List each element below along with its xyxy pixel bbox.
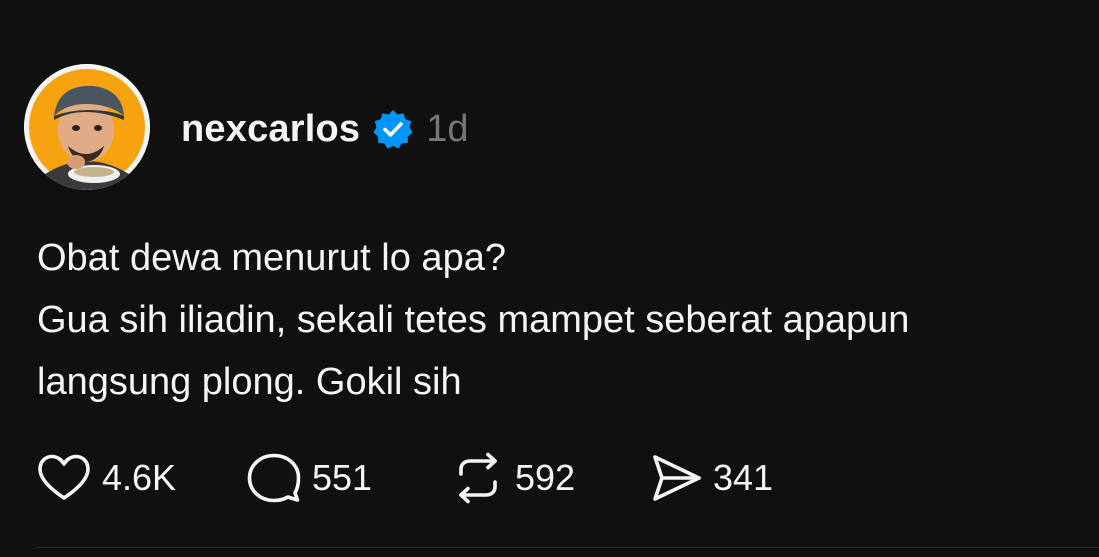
share-count: 341	[713, 457, 774, 498]
like-button[interactable]: 4.6K	[36, 453, 246, 503]
thread-post: nexcarlos 1d Obat dewa menurut lo apa? G…	[0, 0, 1099, 557]
avatar[interactable]	[24, 64, 150, 190]
send-icon	[653, 455, 701, 501]
avatar-photo	[24, 64, 150, 190]
speech-bubble-icon	[247, 453, 301, 503]
action-bar: 4.6K 551 592 341	[36, 452, 773, 504]
divider	[36, 547, 1099, 548]
timestamp: 1d	[426, 107, 469, 150]
verified-badge-icon	[372, 108, 414, 150]
post-text-line: Obat dewa menurut lo apa?	[37, 237, 506, 279]
post-text-line: Gua sih iliadin, sekali tetes mampet seb…	[37, 299, 910, 341]
like-count: 4.6K	[102, 457, 177, 498]
share-button[interactable]: 341	[651, 453, 773, 503]
post-header: nexcarlos 1d	[181, 103, 469, 155]
reply-count: 551	[312, 457, 373, 498]
username[interactable]: nexcarlos	[181, 108, 360, 151]
post-text: Obat dewa menurut lo apa? Gua sih iliadi…	[37, 227, 1087, 413]
repost-count: 592	[515, 457, 576, 498]
post-text-line: langsung plong. Gokil sih	[37, 361, 462, 403]
reply-button[interactable]: 551	[246, 452, 451, 504]
heart-icon	[38, 454, 90, 500]
repost-icon	[459, 452, 497, 504]
repost-button[interactable]: 592	[451, 452, 651, 504]
